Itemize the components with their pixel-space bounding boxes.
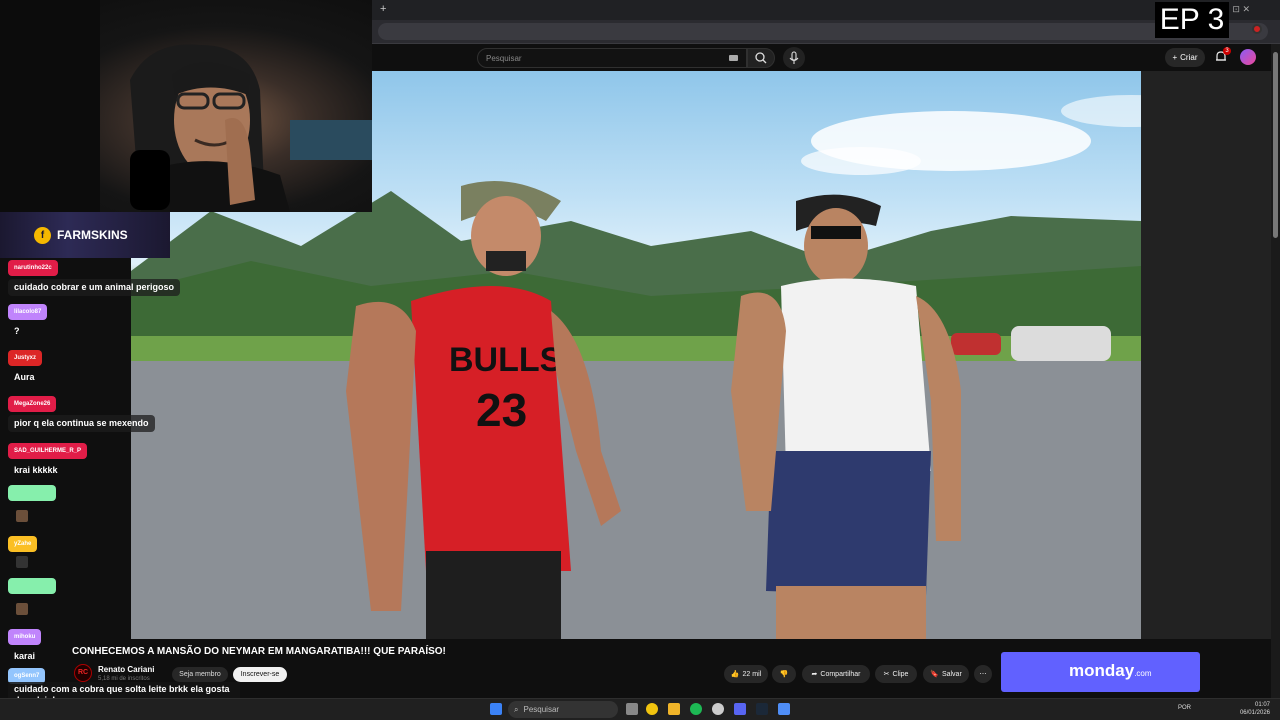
scrollbar-thumb[interactable] [1273, 52, 1278, 238]
chat-message: mihoku karai [8, 625, 42, 665]
chat-message: ogSenn7 [8, 664, 46, 684]
chat-message: lilacolo87 ? [8, 300, 48, 340]
svg-text:23: 23 [476, 384, 527, 436]
clock[interactable]: 01:07 06/01/2026 [1240, 701, 1270, 717]
time: 01:07 [1254, 702, 1270, 708]
chat-message: MegaZone26 pior q ela continua se mexend… [8, 392, 155, 432]
create-button[interactable]: + Criar [1165, 48, 1205, 67]
chat-message [8, 578, 56, 615]
emote-icon [16, 603, 28, 615]
youtube-header: Pesquisar + Criar 3 [372, 44, 1280, 71]
obs-icon[interactable] [712, 703, 724, 715]
chrome-icon[interactable] [646, 703, 658, 715]
taskbar-search-label: Pesquisar [523, 705, 560, 714]
window-controls[interactable]: ⊡ ✕ [1232, 4, 1250, 15]
like-button[interactable]: 👍 22 mil [724, 665, 768, 683]
video-side-panel [1141, 71, 1271, 639]
thumbs-up-icon: 👍 [730, 671, 740, 678]
monday-logo: monday.com [1069, 661, 1152, 680]
chat-text: karai [14, 651, 36, 661]
chat-message [8, 485, 56, 522]
like-count: 22 mil [742, 670, 762, 678]
farmskins-logo-icon: f [34, 227, 51, 244]
join-button[interactable]: Seja membro [172, 667, 228, 682]
more-icon: ⋯ [979, 671, 987, 678]
save-label: Salvar [941, 670, 962, 678]
sponsor-name: FARMSKINS [57, 228, 128, 242]
streamer-webcam [0, 0, 372, 212]
share-icon: ➦ [811, 671, 818, 678]
save-button[interactable]: 🔖 Salvar [923, 665, 969, 683]
steam-icon[interactable] [756, 703, 768, 715]
chat-username[interactable]: mihoku [8, 629, 42, 645]
create-label: Criar [1180, 53, 1198, 62]
new-tab-icon[interactable]: + [380, 3, 386, 15]
chat-username[interactable]: lilacolo87 [8, 304, 48, 320]
browser-tab-bar: + ⊡ ✕ [372, 0, 1280, 20]
notification-badge: 3 [1223, 47, 1231, 55]
voice-search-button[interactable] [783, 47, 805, 69]
share-button[interactable]: ➦ Compartilhar [802, 665, 870, 683]
channel-name[interactable]: Renato Cariani [98, 665, 154, 674]
more-button[interactable]: ⋯ [974, 665, 992, 683]
chat-text: Aura [14, 372, 35, 382]
chat-username[interactable] [8, 485, 56, 501]
search-placeholder: Pesquisar [486, 53, 522, 63]
chat-username[interactable]: Justyxz [8, 350, 43, 366]
search-input[interactable]: Pesquisar [477, 48, 747, 68]
clip-label: Clipe [892, 670, 909, 678]
windows-start-icon[interactable] [490, 703, 502, 715]
video-title: CONHECEMOS A MANSÃO DO NEYMAR EM MANGARA… [72, 646, 446, 657]
avatar[interactable] [1240, 49, 1256, 65]
task-view-icon[interactable] [626, 703, 638, 715]
subscribe-button[interactable]: Inscrever-se [233, 667, 287, 682]
share-label: Compartilhar [820, 670, 861, 678]
chat-message: narutinho22c cuidado cobrar e um animal … [8, 256, 181, 296]
search-icon [755, 52, 767, 64]
monday-ad[interactable]: monday.com [1001, 652, 1200, 692]
language-indicator[interactable]: POR [1178, 705, 1191, 711]
file-explorer-icon[interactable] [668, 703, 680, 715]
chat-text: pior q ela continua se mexendo [8, 415, 155, 432]
search-button[interactable] [747, 48, 775, 68]
emote-icon [16, 510, 28, 522]
chat-username[interactable]: MegaZone26 [8, 396, 57, 412]
search-icon: ⌕ [514, 704, 519, 714]
channel-avatar[interactable]: RC [74, 664, 92, 682]
bookmark-icon: 🔖 [930, 671, 939, 678]
episode-label: EP 3 [1155, 2, 1229, 38]
chat-username[interactable]: narutinho22c [8, 260, 58, 276]
chat-text: krai kkkkk [14, 465, 58, 475]
chat-username[interactable]: yZahe [8, 536, 38, 552]
chat-message: Justyxz Aura [8, 346, 43, 386]
mic-icon [789, 51, 799, 64]
date: 06/01/2026 [1239, 710, 1270, 716]
plus-icon: + [1172, 53, 1178, 62]
keyboard-icon[interactable] [729, 55, 738, 61]
taskbar: ⌕ Pesquisar POR 01:07 06/01/2026 [0, 698, 1280, 720]
chat-text: cuidado cobrar e um animal perigoso [8, 279, 181, 296]
discord-icon[interactable] [734, 703, 746, 715]
chat-message: yZahe [8, 532, 38, 568]
dislike-button[interactable]: 👎 [772, 665, 796, 683]
thumbs-down-icon: 👎 [779, 671, 789, 678]
chat-message: SAD_GUILHERME_R_P krai kkkkk [8, 439, 88, 479]
app-icon[interactable] [778, 703, 790, 715]
scissors-icon: ✂ [883, 671, 890, 678]
clip-button[interactable]: ✂ Clipe [875, 665, 917, 683]
url-field[interactable] [378, 23, 1268, 40]
chat-username[interactable] [8, 578, 56, 594]
sponsor-banner: f FARMSKINS [0, 212, 170, 258]
browser-address-bar [372, 20, 1280, 44]
chat-text: ? [14, 326, 20, 336]
screen: + ⊡ ✕ Pesquisar + Criar 3 BULLS 23 CONHE… [0, 0, 1280, 720]
profile-icon[interactable] [1252, 24, 1262, 34]
chat-username[interactable]: SAD_GUILHERME_R_P [8, 443, 88, 459]
taskbar-search[interactable]: ⌕ Pesquisar [508, 701, 618, 718]
svg-text:BULLS: BULLS [449, 341, 562, 379]
webcam-feed [0, 0, 372, 212]
spotify-icon[interactable] [690, 703, 702, 715]
emote-icon [16, 556, 28, 568]
